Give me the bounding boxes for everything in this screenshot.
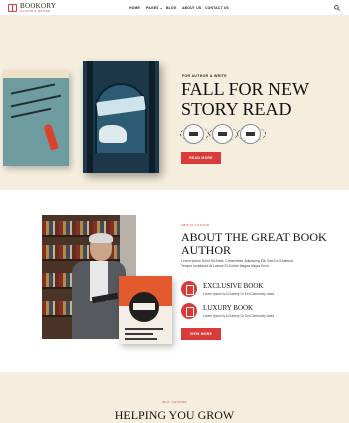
brand-tagline: AUTHOR & WRITER <box>20 10 51 13</box>
hero-title: FALL FOR NEW STORY READ <box>181 79 309 119</box>
book-cover-featured[interactable] <box>119 276 172 344</box>
book-cover-left[interactable] <box>3 70 69 166</box>
hero-section: FOR AUTHOR & WRITE FALL FOR NEW STORY RE… <box>0 16 349 190</box>
award-badge-icon <box>180 124 209 144</box>
about-description: Lorem Ipsum Dolor Sit Amet, Consectetur … <box>181 259 293 268</box>
feature-description: Lorem Ipsum Is A Dummy Or Sot Commonly U… <box>203 314 275 318</box>
cover-figure <box>43 123 59 151</box>
nav-about-us[interactable]: ABOUT US <box>182 6 201 10</box>
cover-text-line <box>125 333 153 335</box>
nav-blog[interactable]: BLOG <box>166 6 177 10</box>
book-icon <box>181 303 197 319</box>
feature-title: EXCLUSIVE BOOK <box>203 282 264 290</box>
site-header: BOOKORY AUTHOR & WRITER HOME PAGES ⌄ BLO… <box>0 0 349 16</box>
cover-band <box>3 70 69 78</box>
nav-home[interactable]: HOME <box>129 6 140 10</box>
cover-title-plate <box>133 303 155 310</box>
section-title: HELPING YOU GROW <box>114 408 235 422</box>
read-more-button[interactable]: READ MORE <box>181 152 221 164</box>
book-cover-center[interactable] <box>83 61 159 173</box>
cover-text-line <box>125 338 157 340</box>
cover-text-line <box>125 328 163 330</box>
cover-title-stroke <box>11 107 51 119</box>
section-subtitle: WHY CHOOSE <box>162 400 187 404</box>
about-subtitle: ABOUT AUTHOR <box>181 223 210 227</box>
cover-tree <box>149 61 155 173</box>
cover-tree <box>87 61 93 173</box>
hero-subtitle: FOR AUTHOR & WRITE <box>182 74 227 78</box>
nav-pages[interactable]: PAGES ⌄ <box>146 6 163 10</box>
award-badge-icon <box>209 124 238 144</box>
cover-title-stroke <box>11 83 55 95</box>
award-badge-icon <box>237 124 266 144</box>
about-title: ABOUT THE GREAT BOOK AUTHOR <box>181 230 327 257</box>
author-hair <box>89 233 113 243</box>
search-icon[interactable] <box>334 5 340 11</box>
feature-title: LUXURY BOOK <box>203 304 254 312</box>
helping-section: WHY CHOOSE HELPING YOU GROW <box>0 372 349 423</box>
feature-description: Lorem Ipsum Is A Dummy Or Sot Commonly U… <box>203 292 275 296</box>
book-logo-icon[interactable] <box>8 4 17 12</box>
view-more-button[interactable]: VIEW MORE <box>181 328 221 340</box>
book-icon <box>181 281 197 297</box>
nav-contact-us[interactable]: CONTACT US <box>205 6 229 10</box>
brand-name[interactable]: BOOKORY <box>20 2 56 10</box>
cover-deer <box>99 125 127 143</box>
cover-title-stroke <box>11 94 61 108</box>
